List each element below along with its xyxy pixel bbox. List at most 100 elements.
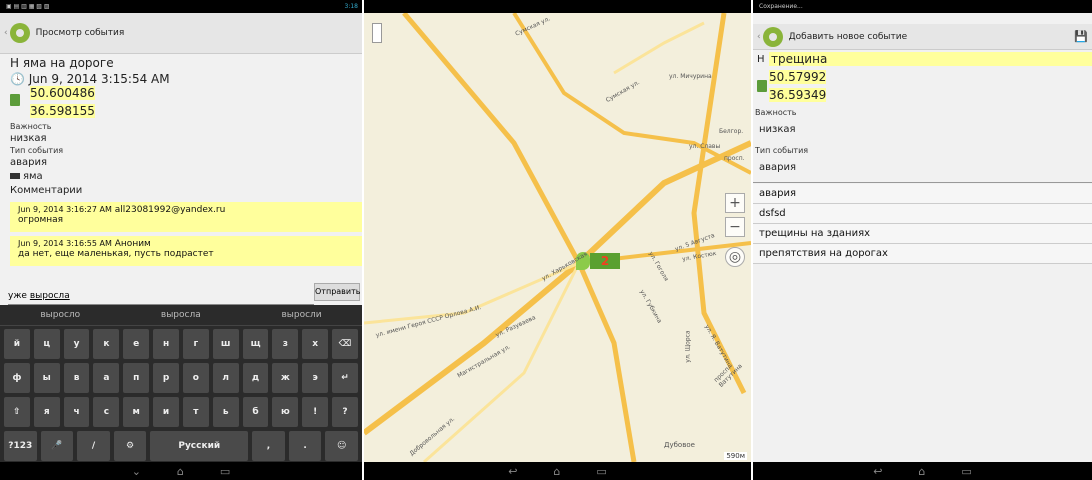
input-word: выросла xyxy=(29,291,70,301)
key[interactable]: ж xyxy=(272,363,299,393)
street-label: ул. Щорса xyxy=(684,330,692,363)
key[interactable]: ч xyxy=(63,397,90,427)
dropdown-option[interactable]: авария xyxy=(753,184,1092,204)
recents-nav-icon[interactable]: ▭ xyxy=(596,465,606,478)
key[interactable]: Русский xyxy=(150,431,249,461)
home-nav-icon[interactable]: ⌂ xyxy=(918,465,925,478)
datetime-text: Jun 9, 2014 3:15:54 AM xyxy=(28,72,170,86)
type-select[interactable]: авария xyxy=(759,162,796,173)
add-event-screen: Сохранение... ‹ Добавить новое событие 💾… xyxy=(753,0,1092,480)
suggestion[interactable]: выросла xyxy=(161,310,201,320)
key[interactable]: щ xyxy=(242,329,269,359)
dropdown-option[interactable]: dsfsd xyxy=(753,204,1092,224)
status-icons: ▣ ▤ ▥ ▦ ▧ ▨ xyxy=(6,3,50,10)
location-icon xyxy=(757,80,767,92)
latitude: 50.57992 xyxy=(769,70,827,84)
key[interactable]: т xyxy=(182,397,209,427)
importance-select[interactable]: низкая xyxy=(759,124,796,135)
screen-title: Добавить новое событие xyxy=(788,31,908,42)
key[interactable]: ⇧ xyxy=(4,397,30,427)
comment-author: Аноним xyxy=(114,239,151,249)
home-nav-icon[interactable]: ⌂ xyxy=(177,465,184,478)
key[interactable]: 🎤 xyxy=(40,431,74,461)
status-bar: ▣ ▤ ▥ ▦ ▧ ▨ 3:18 xyxy=(0,0,362,13)
status-time: 3:18 xyxy=(344,3,358,10)
input-prefix: уже xyxy=(8,291,27,301)
key[interactable]: ш xyxy=(212,329,239,359)
key[interactable]: п xyxy=(123,363,150,393)
key[interactable]: р xyxy=(153,363,179,393)
save-icon[interactable]: 💾 xyxy=(1074,30,1088,43)
key[interactable]: в xyxy=(63,363,90,393)
key[interactable]: д xyxy=(242,363,269,393)
key[interactable]: я xyxy=(33,397,60,427)
key[interactable]: э xyxy=(302,363,329,393)
key[interactable]: х xyxy=(302,329,329,359)
key[interactable]: з xyxy=(272,329,299,359)
map-view[interactable]: 2 + − ◎ Сумская ул. ул. Мичурина Сумская… xyxy=(364,11,751,464)
comment-text: да нет, еще маленькая, пусть подрастет xyxy=(18,249,214,259)
key[interactable]: . xyxy=(288,431,322,461)
key[interactable]: е xyxy=(123,329,150,359)
key[interactable]: ! xyxy=(302,397,329,427)
clock-icon: 🕓 xyxy=(10,72,29,86)
layers-icon[interactable] xyxy=(372,23,382,43)
key[interactable]: й xyxy=(4,329,30,359)
key[interactable]: ф xyxy=(4,363,30,393)
name-prefix: Н xyxy=(757,54,765,65)
key[interactable]: м xyxy=(123,397,150,427)
key[interactable]: ы xyxy=(33,363,60,393)
back-icon[interactable]: ‹ xyxy=(757,32,761,42)
home-nav-icon[interactable]: ⌂ xyxy=(553,465,560,478)
name-input[interactable]: трещина xyxy=(769,52,1092,66)
key[interactable]: , xyxy=(252,431,285,461)
key[interactable]: н xyxy=(153,329,179,359)
locate-icon[interactable]: ◎ xyxy=(725,247,745,267)
keyboard: выросло выросла выросли й ц у к е н г ш щ з х ⌫ фыв… xyxy=(0,305,362,462)
key[interactable]: к xyxy=(93,329,120,359)
map-scale: 590м xyxy=(724,452,747,460)
key[interactable]: ⌫ xyxy=(332,329,358,359)
key[interactable]: ю xyxy=(272,397,299,427)
type-value: авария xyxy=(10,157,48,168)
zoom-in-button[interactable]: + xyxy=(725,193,745,213)
key[interactable]: ь xyxy=(212,397,239,427)
send-button[interactable]: Отправить xyxy=(314,283,360,301)
back-nav-icon[interactable]: ⌄ xyxy=(132,465,141,478)
back-nav-icon[interactable]: ↩ xyxy=(508,465,517,478)
key[interactable]: ↵ xyxy=(332,363,358,393)
key[interactable]: ? xyxy=(332,397,358,427)
comment-input[interactable]: уже выросла xyxy=(8,285,314,305)
action-bar: ‹ Добавить новое событие 💾 xyxy=(753,24,1092,50)
key[interactable]: а xyxy=(93,363,120,393)
key[interactable]: ☺ xyxy=(325,431,358,461)
key[interactable]: с xyxy=(93,397,120,427)
latitude: 50.600486 xyxy=(30,86,95,100)
marker-count-badge[interactable]: 2 xyxy=(590,253,620,269)
key[interactable]: ?123 xyxy=(4,431,37,461)
zoom-out-button[interactable]: − xyxy=(725,217,745,237)
key[interactable]: г xyxy=(182,329,209,359)
key[interactable]: л xyxy=(212,363,239,393)
back-nav-icon[interactable]: ↩ xyxy=(873,465,882,478)
dropdown-option[interactable]: препятствия на дорогах xyxy=(753,244,1092,264)
key[interactable]: / xyxy=(77,431,110,461)
suggestion[interactable]: выросли xyxy=(281,310,321,320)
app-logo-icon[interactable] xyxy=(9,23,30,43)
key-row: й ц у к е н г ш щ з х ⌫ xyxy=(4,329,358,359)
key[interactable]: ц xyxy=(33,329,60,359)
dropdown-option[interactable]: трещины на зданиях xyxy=(753,224,1092,244)
key[interactable]: ⚙ xyxy=(113,431,147,461)
key[interactable]: о xyxy=(182,363,209,393)
app-logo-icon[interactable] xyxy=(762,26,783,47)
key[interactable]: и xyxy=(153,397,179,427)
nav-bar: ↩ ⌂ ▭ xyxy=(753,462,1092,480)
key[interactable]: б xyxy=(242,397,269,427)
comment-item: Jun 9, 2014 3:16:55 AM Аноним да нет, ещ… xyxy=(10,236,362,266)
suggestion[interactable]: выросло xyxy=(40,310,80,320)
recents-nav-icon[interactable]: ▭ xyxy=(220,465,230,478)
recents-nav-icon[interactable]: ▭ xyxy=(961,465,971,478)
longitude: 36.59349 xyxy=(769,88,827,102)
back-icon[interactable]: ‹ xyxy=(4,28,8,38)
key[interactable]: у xyxy=(63,329,90,359)
